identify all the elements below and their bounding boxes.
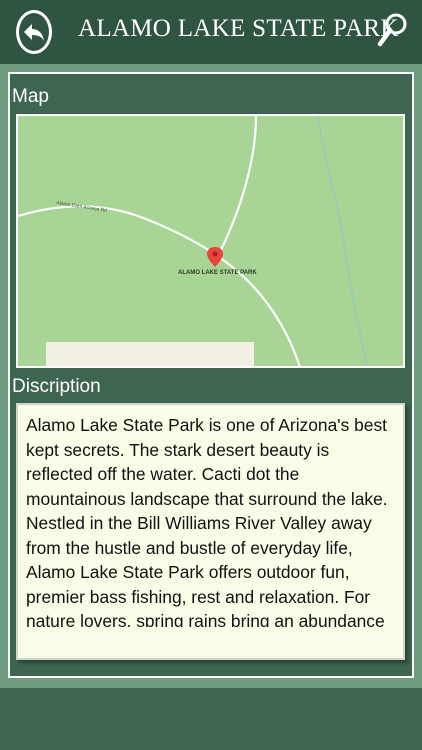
description-box[interactable]: Alamo Lake State Park is one of Arizona'… (16, 403, 405, 660)
map-canvas (18, 116, 368, 366)
page-title: ALAMO LAKE STATE PARK (78, 15, 399, 42)
back-arrow-icon (24, 24, 44, 41)
map-section-label: Map (12, 86, 49, 107)
search-button[interactable] (377, 11, 409, 49)
back-button[interactable] (16, 10, 52, 54)
map-view[interactable]: Alamo Dam Access Rd ALAMO LAKE STATE PAR… (16, 114, 405, 368)
description-section-label: Discription (12, 376, 101, 397)
description-text: Alamo Lake State Park is one of Arizona'… (26, 415, 388, 627)
search-icon (377, 13, 407, 47)
map-pin-icon[interactable] (207, 247, 223, 267)
app-header: ALAMO LAKE STATE PARK (0, 0, 422, 64)
map-place-label: ALAMO LAKE STATE PARK (178, 270, 257, 276)
footer-bar (0, 688, 422, 750)
